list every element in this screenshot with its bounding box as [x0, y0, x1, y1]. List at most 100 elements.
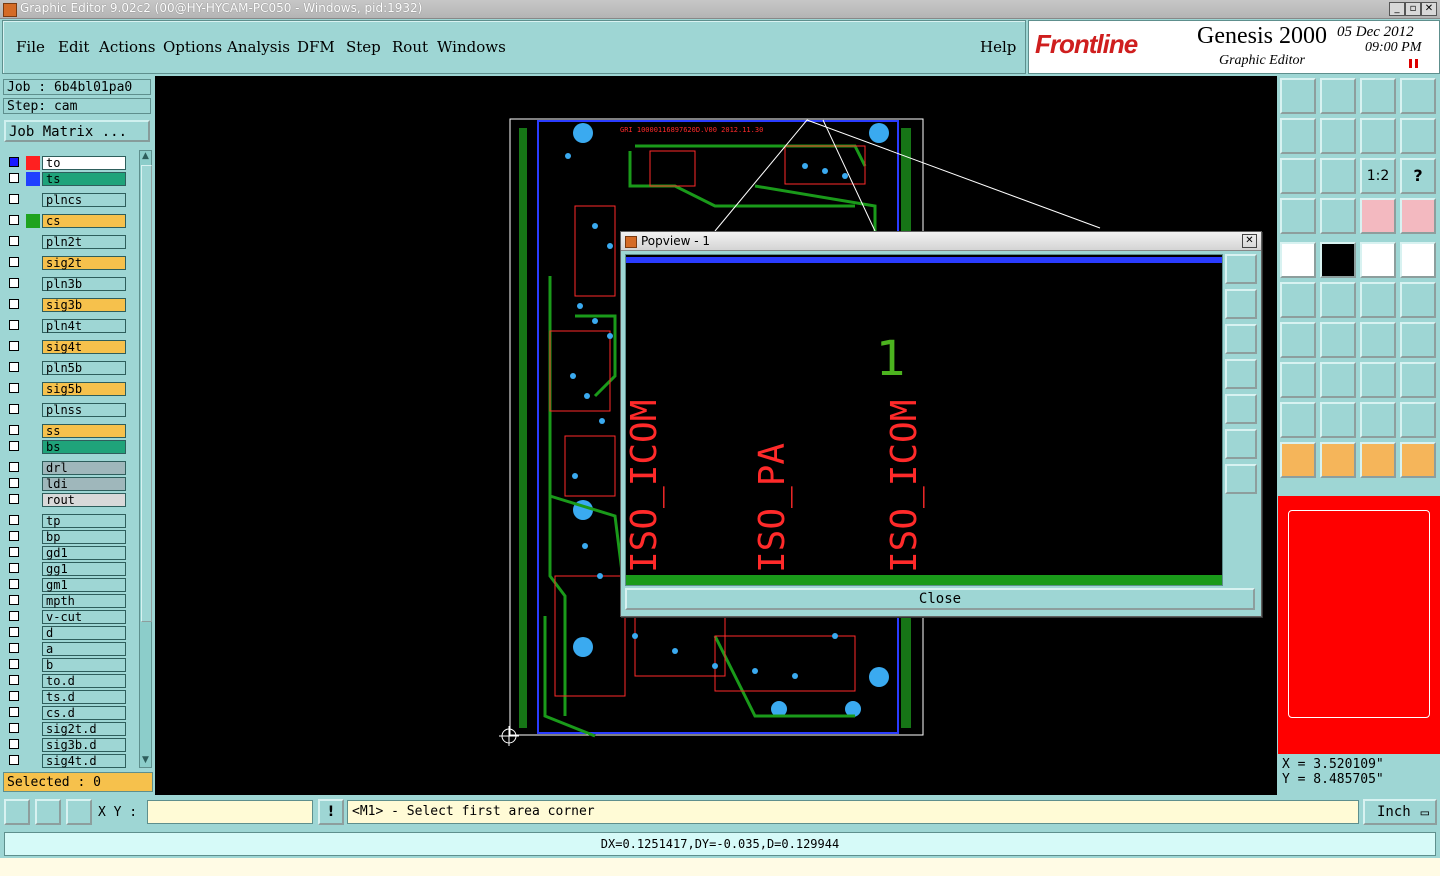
layer-row[interactable]: rout	[6, 493, 128, 507]
layer-color-swatch[interactable]	[26, 214, 40, 228]
layer-checkbox[interactable]	[9, 362, 19, 372]
layer-checkbox[interactable]	[9, 659, 19, 669]
layer-row[interactable]: pln5b	[6, 361, 128, 375]
layer-name[interactable]: gg1	[42, 562, 126, 576]
layer-checkbox[interactable]	[9, 236, 19, 246]
tool-arc-icon[interactable]	[1360, 322, 1396, 358]
layer-row[interactable]: ts	[6, 172, 128, 186]
tool-pin-icon[interactable]	[1320, 198, 1356, 234]
layer-name[interactable]: sig4t	[42, 340, 126, 354]
popview-pan-icon[interactable]	[1225, 464, 1257, 494]
layer-row[interactable]: sig2t	[6, 256, 128, 270]
tool-pointer-box-icon[interactable]	[1320, 442, 1356, 478]
command-exec-button[interactable]: !	[318, 799, 344, 825]
tool-dash-icon[interactable]	[1320, 362, 1356, 398]
layer-name[interactable]: pln4t	[42, 319, 126, 333]
layer-checkbox[interactable]	[9, 547, 19, 557]
layer-row[interactable]: sig3b	[6, 298, 128, 312]
tool-pad-icon[interactable]	[1400, 242, 1436, 278]
layer-checkbox[interactable]	[9, 341, 19, 351]
tool-zoom-fit-icon[interactable]	[1280, 158, 1316, 194]
layer-row[interactable]: drl	[6, 461, 128, 475]
grid-icon[interactable]	[66, 799, 92, 825]
xy-input[interactable]	[147, 800, 313, 824]
popview-left-icon[interactable]	[1225, 359, 1257, 389]
tool-connect-icon[interactable]	[1280, 282, 1316, 318]
popview-fit-icon[interactable]	[1225, 429, 1257, 459]
tool-text-a-red-icon[interactable]	[1400, 402, 1436, 438]
pause-icon[interactable]	[1409, 59, 1418, 68]
tool-point-icon[interactable]	[1280, 362, 1316, 398]
layer-checkbox[interactable]	[9, 257, 19, 267]
tool-line-node-alt-icon[interactable]	[1400, 282, 1436, 318]
layer-row[interactable]: ss	[6, 424, 128, 438]
tool-down-icon[interactable]	[1320, 78, 1356, 114]
scroll-down-icon[interactable]: ▼	[140, 755, 151, 767]
layer-row[interactable]: pln3b	[6, 277, 128, 291]
layer-color-swatch[interactable]	[26, 156, 40, 170]
layer-name[interactable]: v-cut	[42, 610, 126, 624]
layer-name[interactable]: pln2t	[42, 235, 126, 249]
maximize-button[interactable]: ▫	[1405, 2, 1421, 16]
menu-rout[interactable]: Rout	[392, 38, 428, 56]
menu-options[interactable]: Options	[163, 38, 222, 56]
layer-name[interactable]: bs	[42, 440, 126, 454]
menu-analysis[interactable]: Analysis	[227, 38, 290, 56]
layer-row[interactable]: sig2t.d	[6, 722, 128, 736]
layer-name[interactable]: sig4t.d	[42, 754, 126, 768]
layer-name[interactable]: gm1	[42, 578, 126, 592]
popview-close-icon[interactable]: ✕	[1242, 234, 1257, 248]
layer-row[interactable]: tp	[6, 514, 128, 528]
tool-right-icon[interactable]	[1320, 118, 1356, 154]
tool-pointer-icon[interactable]	[1280, 442, 1316, 478]
tool-net-alt-icon[interactable]	[1400, 198, 1436, 234]
tool-text-a-icon[interactable]	[1320, 402, 1356, 438]
layer-checkbox[interactable]	[9, 494, 19, 504]
layer-checkbox[interactable]	[9, 194, 19, 204]
layer-checkbox[interactable]	[9, 404, 19, 414]
layer-checkbox[interactable]	[9, 383, 19, 393]
layer-row[interactable]: cs.d	[6, 706, 128, 720]
menu-actions[interactable]: Actions	[99, 38, 155, 56]
unit-select[interactable]: Inch ▭	[1363, 799, 1437, 825]
popview-right-icon[interactable]	[1225, 394, 1257, 424]
tool-house-icon[interactable]	[1360, 78, 1396, 114]
menu-windows[interactable]: Windows	[437, 38, 506, 56]
layer-checkbox[interactable]	[9, 478, 19, 488]
layer-row[interactable]: bp	[6, 530, 128, 544]
layer-row[interactable]: gd1	[6, 546, 128, 560]
popview-close-button[interactable]: Close	[625, 588, 1255, 610]
layer-row[interactable]: pln4t	[6, 319, 128, 333]
layer-checkbox[interactable]	[9, 173, 19, 183]
layer-checkbox[interactable]	[9, 643, 19, 653]
layer-color-swatch[interactable]	[26, 172, 40, 186]
layer-checkbox[interactable]	[9, 595, 19, 605]
layer-name[interactable]: sig5b	[42, 382, 126, 396]
layer-checkbox[interactable]	[9, 675, 19, 685]
tool-text-a-alt-icon[interactable]	[1360, 402, 1396, 438]
layer-row[interactable]: a	[6, 642, 128, 656]
tool-split-icon[interactable]	[1400, 78, 1436, 114]
menu-file[interactable]: File	[16, 38, 45, 56]
layer-checkbox[interactable]	[9, 611, 19, 621]
menu-help[interactable]: Help	[980, 38, 1016, 56]
tool-measure-icon[interactable]	[1360, 362, 1396, 398]
close-window-button[interactable]: ✕	[1421, 2, 1437, 16]
layer-name[interactable]: rout	[42, 493, 126, 507]
layer-row[interactable]: plnss	[6, 403, 128, 417]
layer-row[interactable]: d	[6, 626, 128, 640]
layer-checkbox[interactable]	[9, 755, 19, 765]
tool-home-up-icon[interactable]	[1280, 78, 1316, 114]
layer-row[interactable]: mpth	[6, 594, 128, 608]
tool-select-icon[interactable]	[1280, 242, 1316, 278]
tool-net-icon[interactable]	[1360, 198, 1396, 234]
layer-checkbox[interactable]	[9, 320, 19, 330]
scroll-up-icon[interactable]: ▲	[140, 151, 151, 163]
layer-row[interactable]: sig4t.d	[6, 754, 128, 768]
layer-row[interactable]: b	[6, 658, 128, 672]
tool-slash-icon[interactable]	[1320, 322, 1356, 358]
tool-pan-icon[interactable]	[1320, 158, 1356, 194]
job-matrix-button[interactable]: Job Matrix ...	[4, 120, 150, 142]
layer-checkbox[interactable]	[9, 563, 19, 573]
layer-checkbox[interactable]	[9, 579, 19, 589]
